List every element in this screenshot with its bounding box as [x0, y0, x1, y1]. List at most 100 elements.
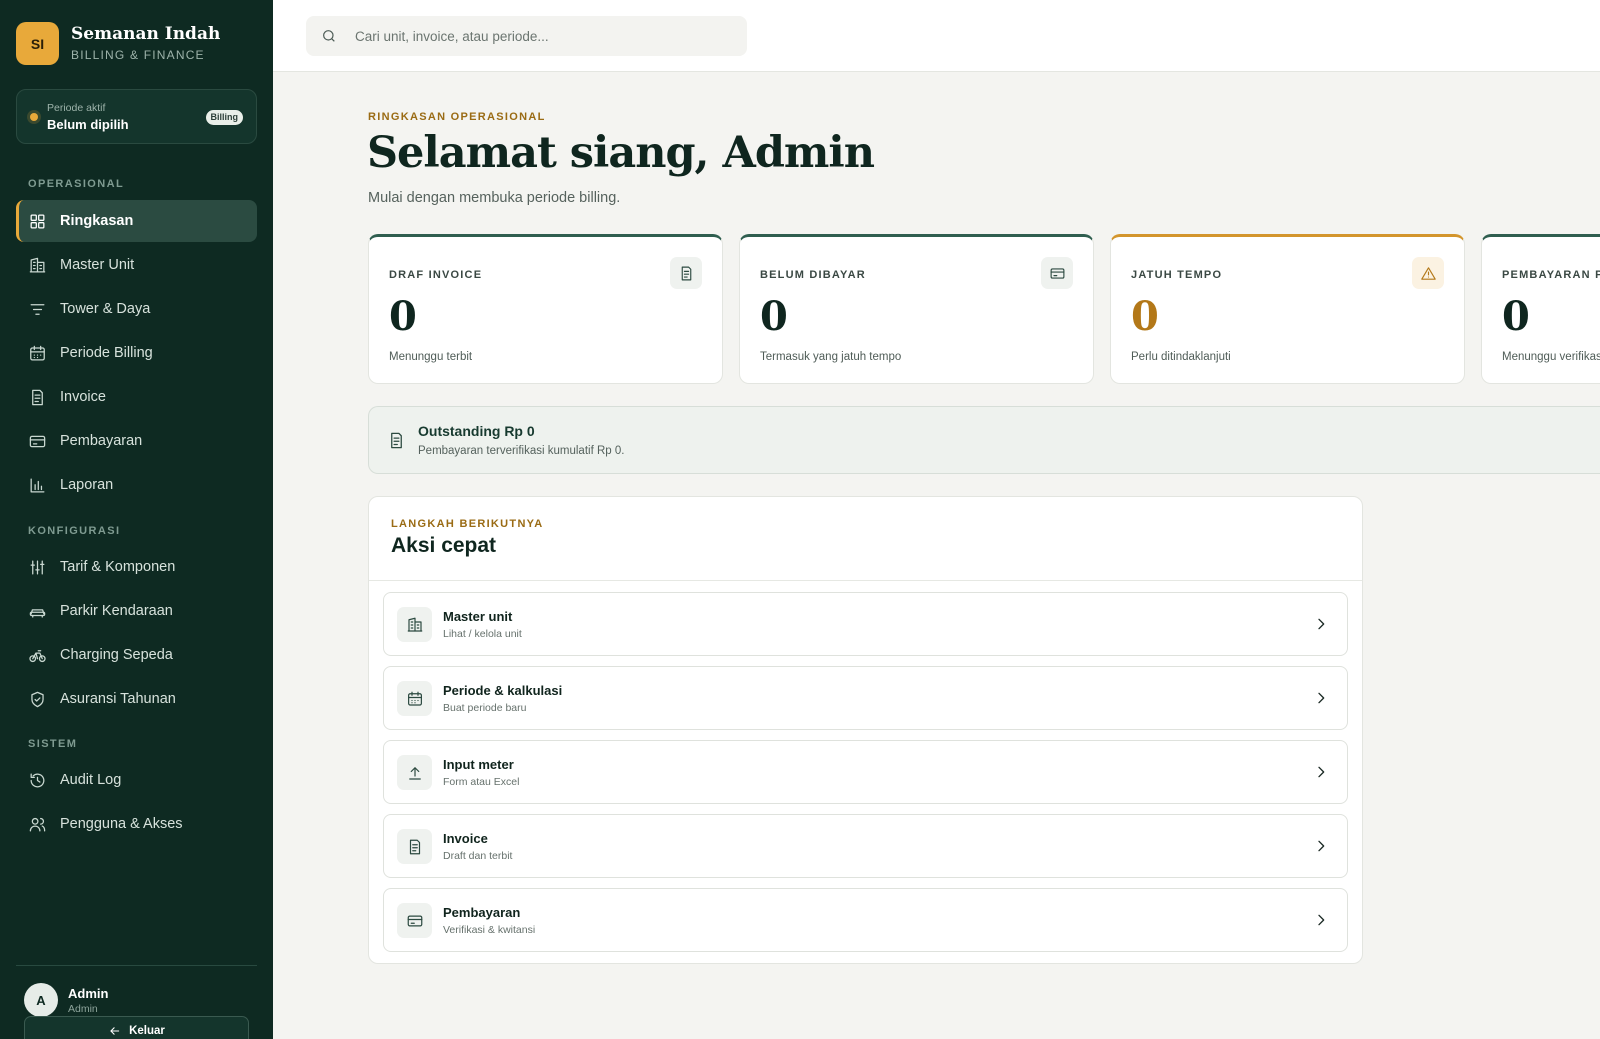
stat-card-pembayaran-pending[interactable]: PEMBAYARAN PENDING 0 Menunggu verifikasi — [1481, 234, 1600, 384]
stat-card-belum-dibayar[interactable]: BELUM DIBAYAR 0 Termasuk yang jatuh temp… — [739, 234, 1094, 384]
stat-card-draf-invoice[interactable]: DRAF INVOICE 0 Menunggu terbit — [368, 234, 723, 384]
brand[interactable]: SI Semanan Indah BILLING & FINANCE — [16, 22, 220, 65]
action-subtitle: Form atau Excel — [443, 776, 520, 788]
calendar-icon — [407, 691, 422, 706]
users-icon — [29, 817, 46, 831]
outstanding-banner: Outstanding Rp 0 Pembayaran terverifikas… — [368, 406, 1600, 474]
credit-card-icon — [29, 435, 46, 447]
sidebar-item-ringkasan[interactable]: Ringkasan — [16, 200, 257, 242]
stat-value: 0 — [389, 293, 417, 340]
stat-description: Menunggu terbit — [389, 351, 473, 363]
sidebar-item-pembayaran[interactable]: Pembayaran — [16, 420, 257, 462]
building-icon — [407, 617, 422, 632]
stat-description: Termasuk yang jatuh tempo — [760, 351, 902, 363]
nav-section-sistem: SISTEM — [28, 738, 78, 750]
chevron-right-icon — [1318, 766, 1325, 778]
shield-icon — [31, 691, 44, 707]
filter-lines-icon — [30, 303, 45, 315]
action-pembayaran[interactable]: Pembayaran Verifikasi & kwitansi — [383, 888, 1348, 952]
action-icon-box — [397, 829, 432, 864]
action-subtitle: Verifikasi & kwitansi — [443, 924, 536, 936]
outstanding-title: Outstanding Rp 0 — [418, 423, 535, 439]
logout-label: Keluar — [129, 1025, 165, 1037]
receipt-icon — [681, 266, 691, 280]
warning-icon — [1420, 266, 1436, 280]
stat-description: Menunggu verifikasi — [1502, 351, 1600, 363]
sidebar-item-label: Pengguna & Akses — [60, 816, 183, 832]
nav-section-operasional: OPERASIONAL — [28, 178, 125, 190]
sidebar-item-label: Parkir Kendaraan — [60, 603, 173, 619]
sidebar-item-tower-daya[interactable]: Tower & Daya — [16, 288, 257, 330]
action-periode-kalkulasi[interactable]: Periode & kalkulasi Buat periode baru — [383, 666, 1348, 730]
sidebar-item-invoice[interactable]: Invoice — [16, 376, 257, 418]
sidebar-item-audit-log[interactable]: Audit Log — [16, 759, 257, 801]
sliders-icon — [30, 560, 45, 574]
sidebar-item-periode-billing[interactable]: Periode Billing — [16, 332, 257, 374]
sidebar-item-label: Master Unit — [60, 257, 135, 273]
period-value: Belum dipilih — [47, 117, 129, 132]
sidebar-item-label: Tarif & Komponen — [60, 559, 176, 575]
user-name: Admin — [68, 986, 109, 1001]
sidebar-item-label: Invoice — [60, 389, 106, 405]
sidebar-item-asuransi-tahunan[interactable]: Asuransi Tahunan — [16, 678, 257, 720]
sidebar-item-label: Ringkasan — [60, 213, 134, 229]
brand-logo: SI — [16, 22, 59, 65]
action-master-unit[interactable]: Master unit Lihat / kelola unit — [383, 592, 1348, 656]
status-dot — [30, 113, 38, 121]
stat-value: 0 — [1131, 293, 1159, 340]
sidebar: SI Semanan Indah BILLING & FINANCE Perio… — [0, 0, 273, 1039]
bicycle-icon — [29, 649, 46, 662]
sidebar-item-laporan[interactable]: Laporan — [16, 464, 257, 506]
divider — [16, 965, 257, 966]
nav-section-konfigurasi: KONFIGURASI — [28, 525, 121, 537]
sidebar-item-label: Charging Sepeda — [60, 647, 173, 663]
sidebar-item-charging-sepeda[interactable]: Charging Sepeda — [16, 634, 257, 676]
stat-value: 0 — [760, 293, 788, 340]
arrow-left-icon — [110, 1027, 120, 1035]
period-label: Periode aktif — [47, 102, 106, 114]
bar-chart-icon — [30, 478, 45, 492]
search-box — [306, 16, 747, 56]
avatar[interactable]: A — [24, 983, 58, 1017]
logout-button[interactable]: Keluar — [24, 1016, 249, 1039]
topbar — [273, 0, 1600, 72]
search-input[interactable] — [355, 16, 735, 56]
chevron-right-icon — [1318, 692, 1325, 704]
calendar-icon — [30, 345, 45, 360]
action-title: Master unit — [443, 609, 513, 624]
sidebar-item-pengguna-akses[interactable]: Pengguna & Akses — [16, 803, 257, 845]
stat-label: BELUM DIBAYAR — [760, 269, 866, 281]
sidebar-item-label: Laporan — [60, 477, 114, 493]
action-title: Periode & kalkulasi — [443, 683, 563, 698]
action-invoice[interactable]: Invoice Draft dan terbit — [383, 814, 1348, 878]
period-badge: Billing — [205, 110, 243, 125]
action-title: Input meter — [443, 757, 514, 772]
chevron-right-icon — [1318, 618, 1325, 630]
stat-icon-box — [670, 257, 702, 289]
stat-value: 0 — [1502, 293, 1530, 340]
sidebar-item-label: Audit Log — [60, 772, 122, 788]
stat-label: DRAF INVOICE — [389, 269, 483, 281]
action-input-meter[interactable]: Input meter Form atau Excel — [383, 740, 1348, 804]
action-subtitle: Lihat / kelola unit — [443, 628, 522, 640]
action-subtitle: Buat periode baru — [443, 702, 527, 714]
brand-subtitle: BILLING & FINANCE — [71, 47, 205, 62]
brand-name: Semanan Indah — [71, 24, 221, 45]
building-icon — [29, 257, 46, 272]
action-icon-box — [397, 903, 432, 938]
sidebar-item-tarif-komponen[interactable]: Tarif & Komponen — [16, 546, 257, 588]
stat-label: PEMBAYARAN PENDING — [1502, 269, 1600, 281]
sidebar-item-master-unit[interactable]: Master Unit — [16, 244, 257, 286]
receipt-icon — [391, 432, 402, 449]
grid-icon — [30, 214, 45, 228]
stat-card-jatuh-tempo[interactable]: JATUH TEMPO 0 Perlu ditindaklanjuti — [1110, 234, 1465, 384]
action-title: Pembayaran — [443, 905, 521, 920]
active-period-card[interactable]: Periode aktif Belum dipilih Billing — [16, 89, 257, 144]
upload-icon — [408, 766, 421, 780]
sidebar-item-parkir-kendaraan[interactable]: Parkir Kendaraan — [16, 590, 257, 632]
search-icon — [323, 30, 335, 42]
page-eyebrow: RINGKASAN OPERASIONAL — [368, 111, 546, 123]
user-role: Admin — [68, 1003, 98, 1015]
quick-actions-header: LANGKAH BERIKUTNYA Aksi cepat — [369, 497, 1362, 581]
sidebar-item-label: Asuransi Tahunan — [60, 691, 176, 707]
